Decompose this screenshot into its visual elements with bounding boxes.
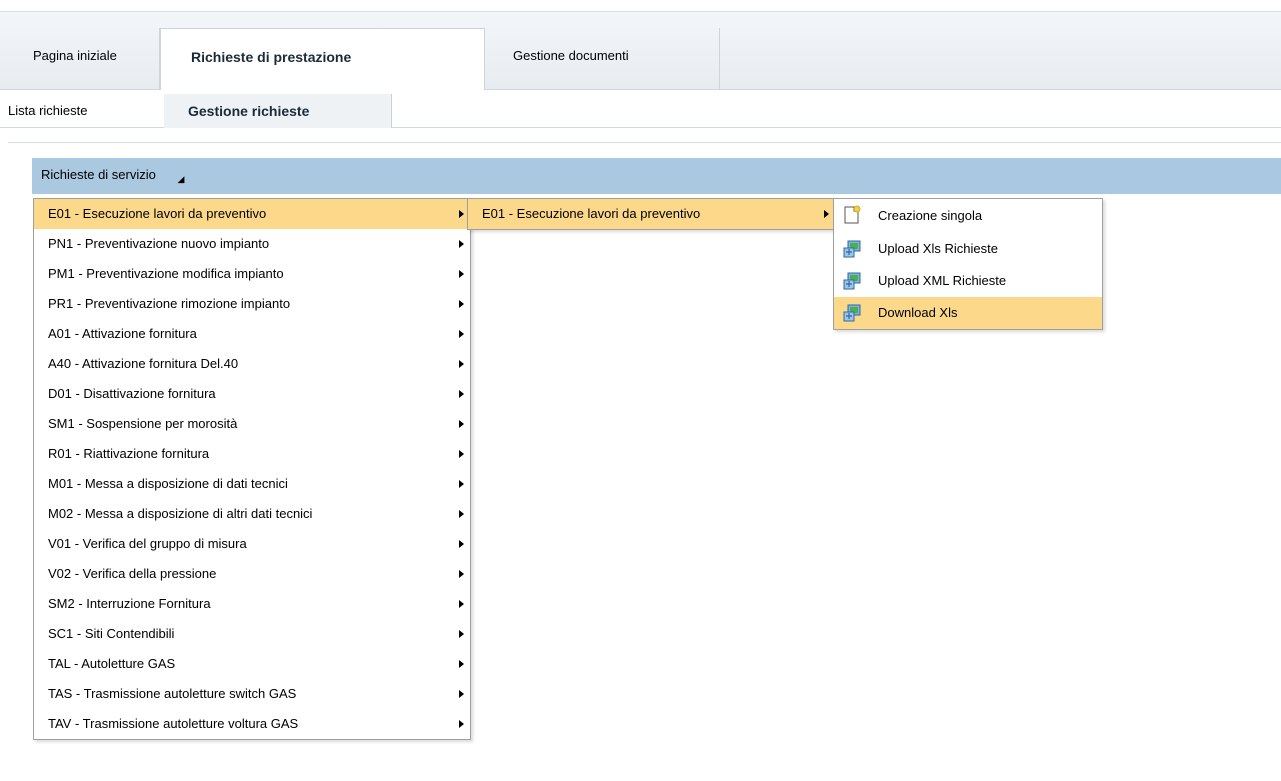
top-strip bbox=[0, 0, 1281, 12]
submenu-arrow-icon bbox=[459, 420, 464, 428]
action-upload-xml[interactable]: Upload XML Richieste bbox=[834, 265, 1102, 297]
menu-item-label: PN1 - Preventivazione nuovo impianto bbox=[48, 236, 270, 251]
menu-item-label: M01 - Messa a disposizione di dati tecni… bbox=[48, 476, 288, 491]
tab-richieste-di-prestazione[interactable]: Richieste di prestazione bbox=[160, 28, 485, 98]
menu-item-label: A40 - Attivazione fornitura Del.40 bbox=[48, 356, 239, 371]
menu-item-label: A01 - Attivazione fornitura bbox=[48, 326, 197, 341]
tab-gestione-documenti[interactable]: Gestione documenti bbox=[485, 28, 720, 91]
menu-item[interactable]: V01 - Verifica del gruppo di misura bbox=[34, 529, 470, 559]
action-download-xls[interactable]: Download Xls bbox=[834, 297, 1102, 329]
menu-item[interactable]: R01 - Riattivazione fornitura bbox=[34, 439, 470, 469]
menu-item[interactable]: D01 - Disattivazione fornitura bbox=[34, 379, 470, 409]
menu-item[interactable]: A40 - Attivazione fornitura Del.40 bbox=[34, 349, 470, 379]
upload-icon bbox=[843, 240, 861, 258]
menu-item[interactable]: M01 - Messa a disposizione di dati tecni… bbox=[34, 469, 470, 499]
upload-icon bbox=[843, 272, 861, 290]
menu-item-label: TAS - Trasmissione autoletture switch GA… bbox=[48, 686, 297, 701]
menu-item[interactable]: SM1 - Sospensione per morosità bbox=[34, 409, 470, 439]
main-tab-bar: Pagina iniziale Richieste di prestazione… bbox=[0, 12, 1281, 98]
section-title: Richieste di servizio bbox=[41, 167, 156, 182]
submenu-e01: E01 - Esecuzione lavori da preventivo bbox=[467, 198, 836, 230]
submenu-arrow-icon bbox=[824, 210, 829, 218]
tab-pagina-iniziale[interactable]: Pagina iniziale bbox=[20, 28, 160, 91]
submenu-arrow-icon bbox=[459, 570, 464, 578]
menu-item[interactable]: SM2 - Interruzione Fornitura bbox=[34, 589, 470, 619]
sub-tab-bar: Lista richieste Gestione richieste bbox=[0, 90, 1281, 128]
menu-item[interactable]: V02 - Verifica della pressione bbox=[34, 559, 470, 589]
service-request-menu: E01 - Esecuzione lavori da preventivo PN… bbox=[33, 198, 471, 740]
subtab-lista-richieste[interactable]: Lista richieste bbox=[8, 94, 160, 128]
submenu-arrow-icon bbox=[459, 390, 464, 398]
subtab-gestione-richieste[interactable]: Gestione richieste bbox=[164, 94, 392, 128]
download-icon bbox=[843, 304, 861, 322]
menu-item[interactable]: E01 - Esecuzione lavori da preventivo bbox=[34, 199, 470, 229]
menu-item[interactable]: SC1 - Siti Contendibili bbox=[34, 619, 470, 649]
submenu-arrow-icon bbox=[459, 690, 464, 698]
new-document-icon bbox=[844, 205, 861, 224]
menu-item[interactable]: A01 - Attivazione fornitura bbox=[34, 319, 470, 349]
submenu-arrow-icon bbox=[459, 630, 464, 638]
submenu-arrow-icon bbox=[459, 210, 464, 218]
menu-item-label: D01 - Disattivazione fornitura bbox=[48, 386, 216, 401]
action-label: Download Xls bbox=[878, 305, 958, 320]
submenu-arrow-icon bbox=[459, 360, 464, 368]
menu-item[interactable]: PN1 - Preventivazione nuovo impianto bbox=[34, 229, 470, 259]
submenu-arrow-icon bbox=[459, 330, 464, 338]
submenu-arrow-icon bbox=[459, 480, 464, 488]
divider bbox=[8, 142, 1281, 143]
menu-item-label: TAL - Autoletture GAS bbox=[48, 656, 176, 671]
submenu-arrow-icon bbox=[459, 450, 464, 458]
menu-item-label: SM1 - Sospensione per morosità bbox=[48, 416, 238, 431]
menu-item-label: V01 - Verifica del gruppo di misura bbox=[48, 536, 247, 551]
menu-item[interactable]: TAV - Trasmissione autoletture voltura G… bbox=[34, 709, 470, 739]
menu-item-label: E01 - Esecuzione lavori da preventivo bbox=[48, 206, 267, 221]
sort-triangle-icon[interactable]: ◢ bbox=[178, 174, 185, 185]
submenu-arrow-icon bbox=[459, 540, 464, 548]
menu-item[interactable]: PR1 - Preventivazione rimozione impianto bbox=[34, 289, 470, 319]
action-creazione-singola[interactable]: Creazione singola bbox=[834, 199, 1102, 233]
menu-item[interactable]: TAS - Trasmissione autoletture switch GA… bbox=[34, 679, 470, 709]
menu-item-label: R01 - Riattivazione fornitura bbox=[48, 446, 210, 461]
submenu-arrow-icon bbox=[459, 660, 464, 668]
menu-item-label: V02 - Verifica della pressione bbox=[48, 566, 217, 581]
menu-item[interactable]: TAL - Autoletture GAS bbox=[34, 649, 470, 679]
menu-item-label: M02 - Messa a disposizione di altri dati… bbox=[48, 506, 313, 521]
menu-item-label: SC1 - Siti Contendibili bbox=[48, 626, 175, 641]
submenu-arrow-icon bbox=[459, 510, 464, 518]
submenu-arrow-icon bbox=[459, 600, 464, 608]
action-label: Upload Xls Richieste bbox=[878, 241, 998, 256]
submenu-item-label: E01 - Esecuzione lavori da preventivo bbox=[482, 206, 701, 221]
actions-menu: Creazione singola Upload Xls Richieste U… bbox=[833, 198, 1103, 330]
submenu-arrow-icon bbox=[459, 300, 464, 308]
menu-item[interactable]: M02 - Messa a disposizione di altri dati… bbox=[34, 499, 470, 529]
menu-item-label: PM1 - Preventivazione modifica impianto bbox=[48, 266, 284, 281]
section-header[interactable]: Richieste di servizio ◢ bbox=[32, 158, 1281, 194]
menu-item-label: PR1 - Preventivazione rimozione impianto bbox=[48, 296, 291, 311]
menu-item-label: SM2 - Interruzione Fornitura bbox=[48, 596, 211, 611]
menu-item-label: TAV - Trasmissione autoletture voltura G… bbox=[48, 716, 299, 731]
submenu-item[interactable]: E01 - Esecuzione lavori da preventivo bbox=[468, 199, 835, 229]
action-upload-xls[interactable]: Upload Xls Richieste bbox=[834, 233, 1102, 265]
action-label: Creazione singola bbox=[878, 208, 983, 223]
submenu-arrow-icon bbox=[459, 270, 464, 278]
submenu-arrow-icon bbox=[459, 720, 464, 728]
menu-item[interactable]: PM1 - Preventivazione modifica impianto bbox=[34, 259, 470, 289]
action-label: Upload XML Richieste bbox=[878, 273, 1007, 288]
submenu-arrow-icon bbox=[459, 240, 464, 248]
